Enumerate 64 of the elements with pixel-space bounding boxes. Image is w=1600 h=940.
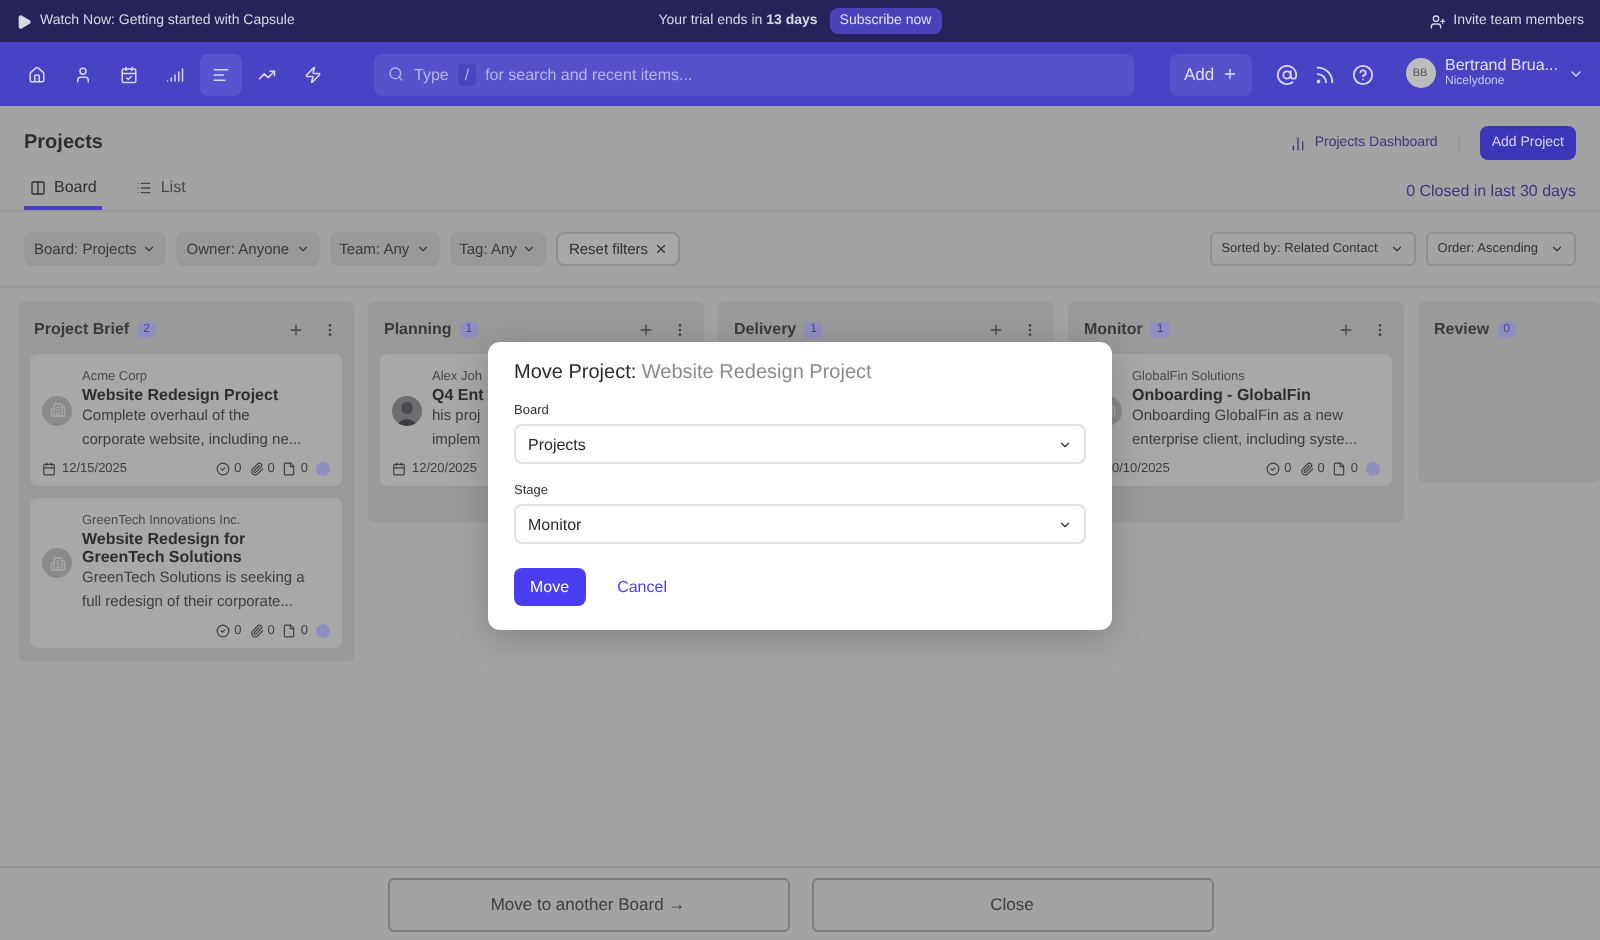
chevron-down-icon: [1058, 517, 1072, 531]
help-icon[interactable]: [1352, 63, 1375, 85]
column-title: Delivery: [734, 320, 797, 338]
feed-icon[interactable]: [1314, 63, 1337, 85]
column-title: Monitor: [1084, 320, 1143, 338]
shortcut-key: /: [458, 63, 476, 85]
select-field[interactable]: Monitor: [514, 504, 1086, 544]
owner-avatar: [1366, 462, 1380, 476]
chevron-down-icon: [522, 242, 537, 256]
footer-button[interactable]: Move to another Board →: [387, 877, 789, 931]
search-field[interactable]: Type / for search and recent items...: [374, 53, 1134, 95]
chevron-down-icon: [415, 242, 430, 256]
footer-button[interactable]: Close: [811, 877, 1213, 931]
file-icon: [1332, 462, 1347, 476]
play-icon: [16, 13, 32, 29]
select-field[interactable]: Projects: [514, 424, 1086, 464]
list-icon[interactable]: [200, 53, 242, 95]
check-icon: [216, 462, 231, 476]
add-icon[interactable]: [988, 321, 1004, 337]
move-button[interactable]: Move: [514, 568, 586, 606]
paperclip-icon: [1299, 462, 1314, 476]
bar-chart-icon: [1290, 135, 1307, 151]
card-title: Q4 Ent: [432, 386, 484, 404]
view-tab[interactable]: List: [130, 172, 192, 210]
file-icon: [282, 624, 297, 638]
column-title: Planning: [384, 320, 452, 338]
view-tab[interactable]: Board: [24, 172, 103, 210]
search-icon: [388, 66, 404, 82]
page-title: Projects: [24, 132, 103, 154]
closed-count-link[interactable]: 0 Closed in last 30 days: [1406, 182, 1576, 210]
chevron-down-icon: [142, 242, 157, 256]
columns-icon: [30, 179, 46, 195]
add-icon[interactable]: [1338, 321, 1354, 337]
paperclip-icon: [249, 624, 264, 638]
owner-avatar: [316, 624, 330, 638]
card-title: Website Redesign Project: [82, 386, 279, 404]
column-title: Project Brief: [34, 320, 130, 338]
add-icon[interactable]: [638, 321, 654, 337]
plus-icon: [1222, 66, 1239, 82]
chevron-down-icon: [1389, 242, 1404, 256]
chevron-down-icon: [295, 242, 310, 256]
add-icon[interactable]: [288, 321, 304, 337]
add-button[interactable]: Add: [1170, 53, 1253, 95]
column-title: Review: [1434, 320, 1490, 338]
list-icon: [136, 179, 153, 195]
building-icon: [42, 548, 72, 578]
chevron-down-icon: [1550, 242, 1564, 256]
user-name[interactable]: Bertrand Brua...: [1445, 58, 1558, 77]
mentions-icon[interactable]: [1276, 63, 1299, 85]
user-plus-icon: [1429, 13, 1446, 29]
owner-avatar: [316, 462, 330, 476]
check-icon: [1266, 462, 1281, 476]
cancel-button[interactable]: Cancel: [605, 576, 679, 598]
dialog-title: Move Project: Website Redesign Project: [514, 362, 874, 384]
search-prefix: Type: [414, 65, 449, 83]
close-icon: [654, 242, 669, 256]
card-title: Website Redesign for GreenTech Solutions: [82, 530, 248, 566]
building-icon: [42, 395, 72, 425]
file-icon: [282, 462, 297, 476]
card-title: Onboarding - GlobalFin: [1132, 386, 1311, 404]
check-icon: [216, 624, 231, 638]
paperclip-icon: [249, 462, 264, 476]
chevron-down-icon: [1058, 437, 1072, 451]
search-placeholder: for search and recent items...: [485, 65, 693, 83]
